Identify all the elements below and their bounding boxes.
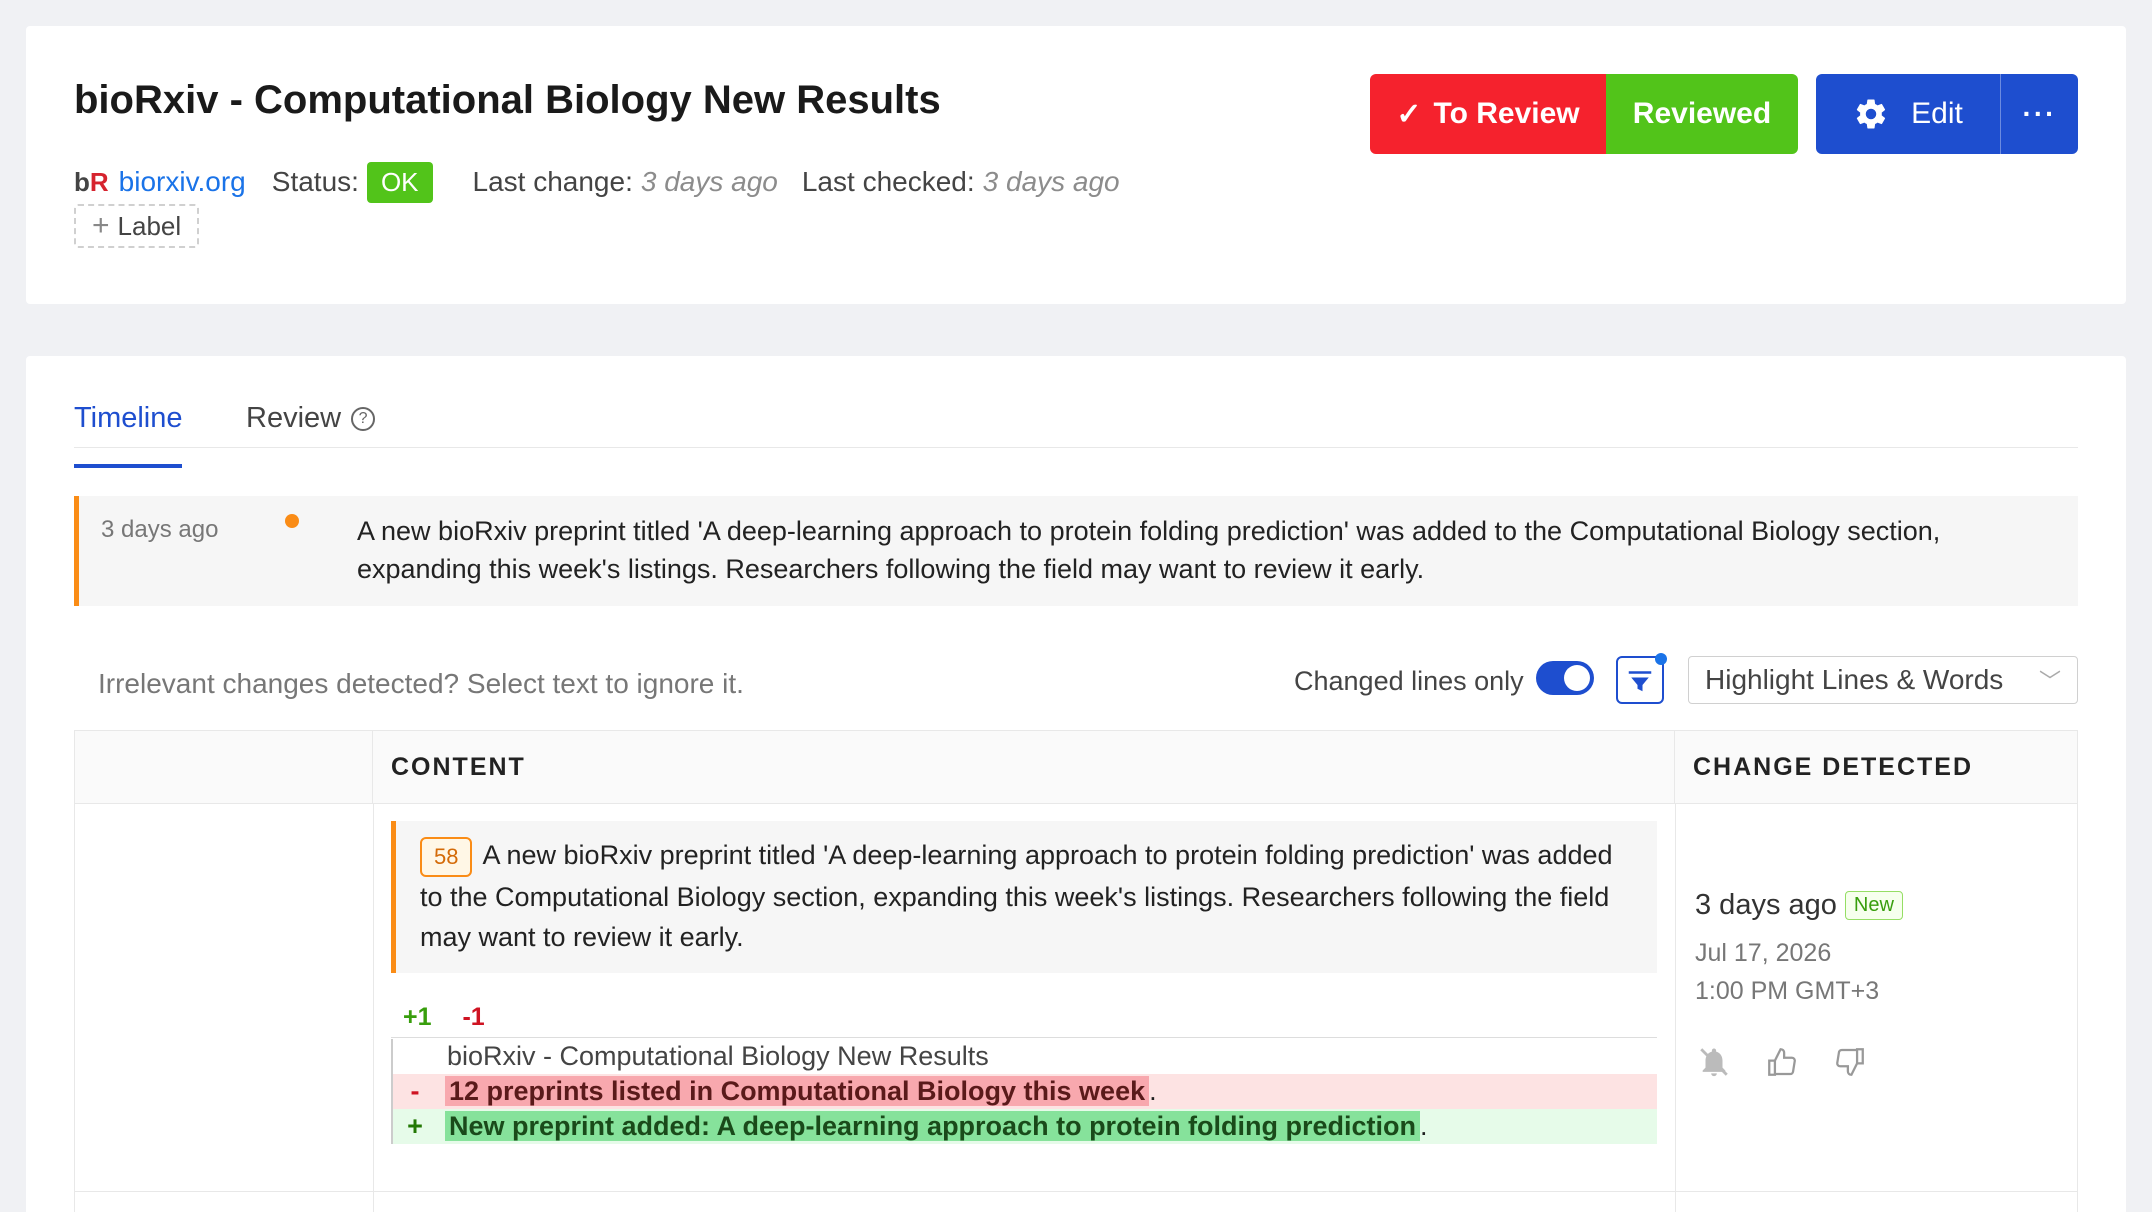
diff-removed-line: - 12 preprints listed in Computational B… xyxy=(391,1074,1657,1109)
header-content: CONTENT xyxy=(373,731,1675,803)
additions-count: +1 xyxy=(403,1003,432,1031)
timeline-card: Timeline Review ? 3 days ago A new bioRx… xyxy=(26,356,2126,1212)
diff-view[interactable]: bioRxiv - Computational Biology New Resu… xyxy=(391,1039,1657,1144)
add-label-text: Label xyxy=(117,210,182,241)
changed-lines-toggle[interactable] xyxy=(1536,661,1594,695)
feedback-actions xyxy=(1697,1045,1867,1079)
to-review-button[interactable]: ✓ To Review xyxy=(1370,74,1606,154)
monitor-header-card: bioRxiv - Computational Biology New Resu… xyxy=(26,26,2126,304)
change-relative-time: 3 days ago xyxy=(1695,889,1837,921)
add-label-button[interactable]: + Label xyxy=(74,204,200,248)
timeline-entry[interactable]: 3 days ago A new bioRxiv preprint titled… xyxy=(74,496,2078,606)
diff-context-line: bioRxiv - Computational Biology New Resu… xyxy=(391,1039,1657,1074)
changes-table: CONTENT CHANGE DETECTED 58 A new bioRxiv … xyxy=(74,730,2078,1212)
help-icon[interactable]: ? xyxy=(351,406,376,431)
mute-bell-icon[interactable] xyxy=(1697,1045,1731,1079)
plus-icon: + xyxy=(92,209,110,242)
page-title: bioRxiv - Computational Biology New Resu… xyxy=(74,78,941,122)
reviewed-button[interactable]: Reviewed xyxy=(1606,74,1798,154)
status-badge: OK xyxy=(366,161,433,203)
deletions-count: -1 xyxy=(462,1003,485,1031)
filter-icon xyxy=(1628,671,1652,692)
check-icon: ✓ xyxy=(1396,97,1422,131)
last-change-value: 3 days ago xyxy=(640,166,778,197)
timeline-entry-text: A new bioRxiv preprint titled 'A deep-le… xyxy=(357,516,1941,584)
filter-active-dot xyxy=(1655,653,1667,665)
change-detected-info: 3 days ago New Jul 17, 2026 1:00 PM GMT+… xyxy=(1695,889,1903,1010)
diff-stats: +1 -1 xyxy=(403,1003,485,1032)
change-summary-text: A new bioRxiv preprint titled 'A deep-le… xyxy=(420,840,1613,952)
last-checked-label: Last checked: xyxy=(801,166,975,197)
new-badge: New xyxy=(1844,891,1903,920)
change-summary: 58 A new bioRxiv preprint titled 'A deep-… xyxy=(391,821,1657,973)
edit-button[interactable]: Edit xyxy=(1816,74,2000,154)
changed-lines-label: Changed lines only xyxy=(1294,666,1524,696)
tab-review[interactable]: Review ? xyxy=(246,402,376,435)
active-tab-indicator xyxy=(74,464,182,468)
edit-button-group: Edit ··· xyxy=(1816,74,2078,154)
unread-dot-icon xyxy=(285,514,299,528)
header-change-detected: CHANGE DETECTED xyxy=(1675,731,2077,803)
filter-button[interactable] xyxy=(1616,653,1667,704)
status-label: Status: xyxy=(271,166,359,197)
change-time: 1:00 PM GMT+3 xyxy=(1695,977,1880,1005)
header-blank-cell xyxy=(75,731,373,803)
more-options-button[interactable]: ··· xyxy=(2000,74,2078,154)
thumbs-up-icon[interactable] xyxy=(1765,1045,1799,1079)
site-link[interactable]: biorxiv.org xyxy=(119,166,246,198)
gear-icon xyxy=(1857,99,1886,129)
diff-added-line: + New preprint added: A deep-learning ap… xyxy=(391,1109,1657,1144)
tab-timeline[interactable]: Timeline xyxy=(74,402,183,435)
thumbs-down-icon[interactable] xyxy=(1833,1045,1867,1079)
review-button-group: ✓ To Review Reviewed xyxy=(1370,74,1798,154)
last-checked-value: 3 days ago xyxy=(982,166,1120,197)
highlight-mode-select[interactable]: Highlight Lines & Words ﹀ xyxy=(1688,656,2078,704)
chevron-down-icon: ﹀ xyxy=(2038,669,2061,694)
timeline-entry-time: 3 days ago xyxy=(101,516,219,543)
meta-row: bR biorxiv.org Status: OK Last change: 3… xyxy=(74,158,1144,206)
ignore-hint: Irrelevant changes detected? Select text… xyxy=(98,668,744,699)
line-number-badge: 58 xyxy=(420,837,473,877)
change-date: Jul 17, 2026 xyxy=(1695,939,1832,967)
tab-bar: Timeline Review ? xyxy=(74,380,2078,468)
site-logo: bR xyxy=(74,166,109,197)
last-change-label: Last change: xyxy=(472,166,633,197)
